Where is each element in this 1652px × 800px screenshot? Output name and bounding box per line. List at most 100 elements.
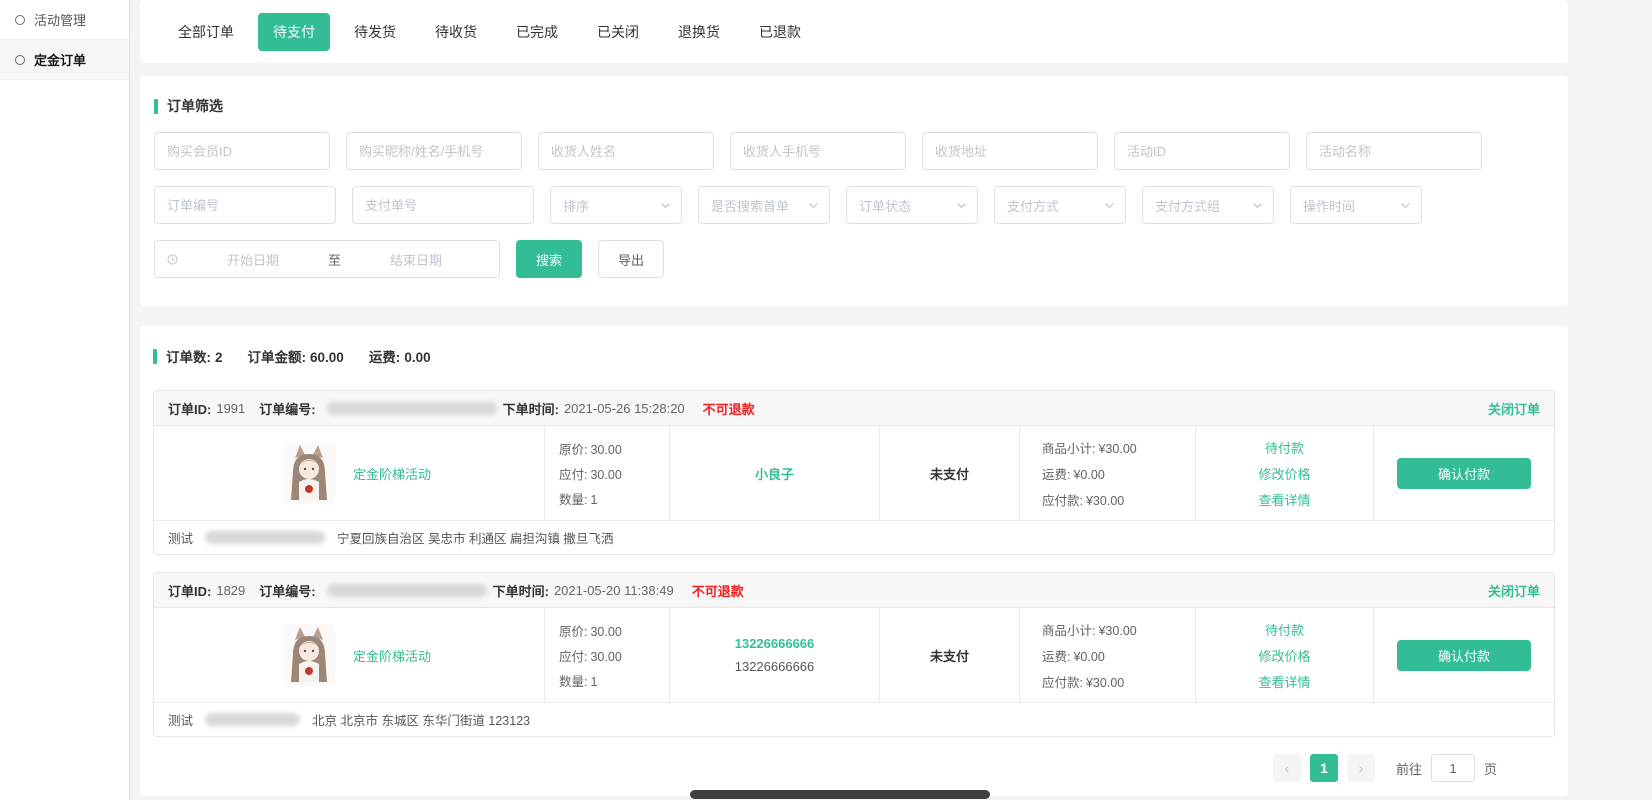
confirm-payment-button[interactable]: 确认付款: [1397, 640, 1531, 671]
next-page-button[interactable]: ›: [1347, 754, 1375, 782]
order-time-value: 2021-05-20 11:38:49: [554, 583, 674, 598]
sidebar-item-label: 定金订单: [34, 50, 86, 69]
sidebar: 活动管理 定金订单: [0, 0, 130, 800]
buyer-phone-text: 13226666666: [735, 659, 815, 674]
pending-payment-link[interactable]: 待付款: [1265, 438, 1304, 457]
tab-completed[interactable]: 已完成: [501, 13, 573, 51]
chevron-down-icon: [1252, 200, 1263, 211]
date-separator: 至: [328, 250, 341, 269]
orders-freight: 运费:0.00: [369, 346, 435, 366]
circle-outline-icon: [15, 55, 25, 65]
consignee-phone-input[interactable]: [730, 132, 906, 170]
tab-pending-payment[interactable]: 待支付: [258, 13, 330, 51]
buyer-cell: 13226666666 13226666666: [669, 608, 879, 702]
buyer-nickname-input[interactable]: [346, 132, 522, 170]
actions-cell: 待付款 修改价格 查看详情: [1195, 608, 1373, 702]
sort-select[interactable]: 排序: [550, 186, 682, 224]
chevron-down-icon: [660, 200, 671, 211]
section-accent-bar: [154, 99, 158, 114]
pending-payment-link[interactable]: 待付款: [1265, 620, 1304, 639]
totals-cell: 商品小计:¥30.00 运费:¥0.00 应付款:¥30.00: [1019, 426, 1195, 520]
payment-status: 未支付: [930, 464, 969, 483]
page-unit-label: 页: [1484, 759, 1497, 778]
shipping-address-input[interactable]: [922, 132, 1098, 170]
end-date-placeholder: 结束日期: [345, 250, 487, 269]
confirm-cell: 确认付款: [1373, 608, 1554, 702]
chevron-down-icon: [1400, 200, 1411, 211]
tab-pending-receipt[interactable]: 待收货: [420, 13, 492, 51]
no-refund-flag: 不可退款: [692, 581, 744, 600]
orders-summary: 订单数:2 订单金额:60.00 运费:0.00: [153, 346, 1555, 366]
sidebar-item-activity-management[interactable]: 活动管理: [0, 0, 129, 40]
tab-returns[interactable]: 退换货: [663, 13, 735, 51]
payment-method-select[interactable]: 支付方式: [994, 186, 1126, 224]
chevron-down-icon: [808, 200, 819, 211]
order-header: 订单ID: 1829 订单编号: 下单时间: 2021-05-20 11:38:…: [154, 573, 1554, 608]
product-name-link[interactable]: 定金阶梯活动: [353, 464, 431, 483]
activity-name-input[interactable]: [1306, 132, 1482, 170]
first-order-select[interactable]: 是否搜索首单: [698, 186, 830, 224]
view-details-link[interactable]: 查看详情: [1258, 490, 1310, 509]
address-prefix: 测试: [168, 710, 193, 729]
modify-price-link[interactable]: 修改价格: [1258, 646, 1310, 665]
order-filter-panel: 订单筛选 排序 是否搜索首单 订单状态: [140, 76, 1568, 306]
prev-page-button[interactable]: ‹: [1273, 754, 1301, 782]
circle-outline-icon: [15, 15, 25, 25]
tab-all-orders[interactable]: 全部订单: [163, 13, 249, 51]
price-cell: 原价:30.00 应付:30.00 数量:1: [544, 426, 669, 520]
orders-count: 订单数:2: [166, 346, 227, 366]
tab-closed[interactable]: 已关闭: [582, 13, 654, 51]
sidebar-item-label: 活动管理: [34, 10, 86, 29]
buyer-member-id-input[interactable]: [154, 132, 330, 170]
buyer-phone-link[interactable]: 13226666666: [735, 636, 815, 651]
horizontal-scrollbar[interactable]: [690, 790, 990, 799]
filter-section-title: 订单筛选: [154, 96, 1554, 116]
order-id-value: 1991: [216, 401, 245, 416]
modify-price-link[interactable]: 修改价格: [1258, 464, 1310, 483]
order-number-input[interactable]: [154, 186, 336, 224]
tab-pending-shipment[interactable]: 待发货: [339, 13, 411, 51]
status-cell: 未支付: [879, 608, 1019, 702]
goto-page-input[interactable]: [1431, 754, 1475, 782]
pagination: ‹ 1 › 前往 页: [153, 754, 1555, 782]
tab-refunded[interactable]: 已退款: [744, 13, 816, 51]
close-order-link[interactable]: 关闭订单: [1488, 399, 1540, 418]
sidebar-item-deposit-orders[interactable]: 定金订单: [0, 40, 129, 80]
address-redacted: [205, 531, 325, 544]
close-order-link[interactable]: 关闭订单: [1488, 581, 1540, 600]
section-accent-bar: [153, 349, 157, 364]
order-status-tabs: 全部订单 待支付 待发货 待收货 已完成 已关闭 退换货 已退款: [140, 0, 1568, 63]
confirm-cell: 确认付款: [1373, 426, 1554, 520]
status-cell: 未支付: [879, 426, 1019, 520]
product-cell: 定金阶梯活动: [154, 608, 544, 702]
page-1-button[interactable]: 1: [1310, 754, 1338, 782]
consignee-name-input[interactable]: [538, 132, 714, 170]
payment-number-input[interactable]: [352, 186, 534, 224]
chevron-right-icon: ›: [1359, 760, 1364, 776]
view-details-link[interactable]: 查看详情: [1258, 672, 1310, 691]
order-time-value: 2021-05-26 15:28:20: [564, 401, 685, 416]
buyer-name-link[interactable]: 小良子: [755, 464, 794, 483]
goto-label: 前往: [1396, 759, 1422, 778]
export-button[interactable]: 导出: [598, 240, 664, 278]
confirm-payment-button[interactable]: 确认付款: [1397, 458, 1531, 489]
payment-method-group-select[interactable]: 支付方式组: [1142, 186, 1274, 224]
order-body: 定金阶梯活动 原价:30.00 应付:30.00 数量:1 1322666666…: [154, 608, 1554, 702]
product-image: [283, 442, 335, 504]
activity-id-input[interactable]: [1114, 132, 1290, 170]
operation-time-select[interactable]: 操作时间: [1290, 186, 1422, 224]
search-button[interactable]: 搜索: [516, 240, 582, 278]
product-image: [283, 624, 335, 686]
price-cell: 原价:30.00 应付:30.00 数量:1: [544, 608, 669, 702]
payment-status: 未支付: [930, 646, 969, 665]
order-time-label: 下单时间:: [493, 581, 549, 600]
actions-cell: 待付款 修改价格 查看详情: [1195, 426, 1373, 520]
chevron-left-icon: ‹: [1285, 760, 1290, 776]
buyer-cell: 小良子: [669, 426, 879, 520]
product-name-link[interactable]: 定金阶梯活动: [353, 646, 431, 665]
date-range-picker[interactable]: 开始日期 至 结束日期: [154, 240, 500, 278]
order-no-redacted: [327, 584, 487, 597]
order-address-row: 测试 宁夏回族自治区 吴忠市 利通区 扁担沟镇 撒旦飞洒: [154, 520, 1554, 554]
order-status-select[interactable]: 订单状态: [846, 186, 978, 224]
filter-row-1: [154, 132, 1554, 170]
